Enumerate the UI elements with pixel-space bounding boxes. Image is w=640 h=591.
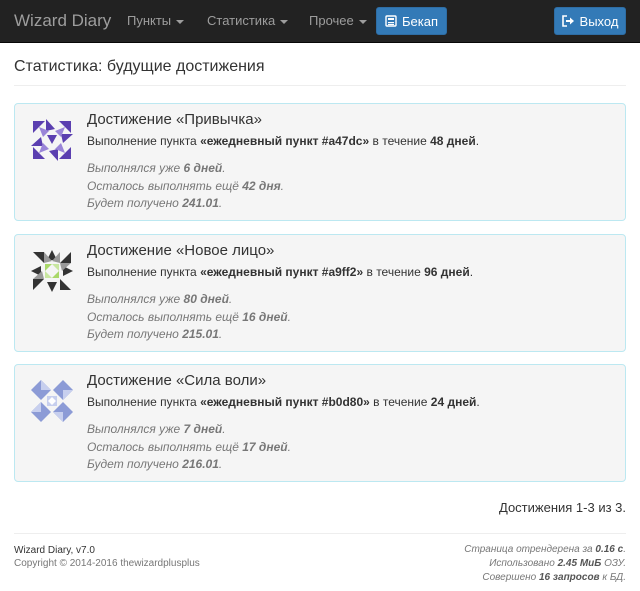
item-name: «ежедневный пункт #a9ff2» [200,265,364,279]
days-required: 96 дней [424,265,470,279]
remaining-days-text: Осталось выполнять ещё 42 дня. [87,179,285,193]
menu-other-dropdown[interactable]: Прочее [309,13,367,28]
done-days-text: Выполнялся уже 6 дней. [87,161,226,175]
receive-date-text: Будет получено 241.01. [87,196,223,210]
receive-date-text: Будет получено 215.01. [87,327,223,341]
achievement-emblem-icon [31,250,73,292]
achievement-card: Достижение «Новое лицо» Выполнение пункт… [14,234,626,352]
remaining-days-text: Осталось выполнять ещё 16 дней. [87,310,291,324]
title-divider [14,85,626,86]
memory-usage-text: Использовано 2.45 МиБ ОЗУ. [489,558,626,569]
achievement-description: Выполнение пункта «ежедневный пункт #a9f… [87,265,474,279]
done-days-text: Выполнялся уже 80 дней. [87,292,233,306]
footer-divider [14,533,626,534]
item-name: «ежедневный пункт #b0d80» [200,395,370,409]
menu-items-label: Пункты [127,13,172,28]
copyright-text: Copyright © 2014-2016 thewizardplusplus [14,558,200,569]
db-queries-text: Совершено 16 запросов к БД. [482,572,626,583]
logout-button-label: Выход [579,13,619,29]
pager-summary: Достижения 1-3 из 3. [499,500,626,515]
done-days-text: Выполнялся уже 7 дней. [87,422,226,436]
footer-stats: Страница отрендерена за 0.16 с. Использо… [464,543,626,585]
caret-down-icon [358,19,367,24]
logout-button[interactable]: Выход [554,7,626,35]
logout-icon [561,15,574,27]
achievement-title: Достижение «Сила воли» [87,372,267,389]
footer-app-info: Wizard Diary, v7.0 Copyright © 2014-2016… [14,544,200,570]
caret-down-icon [176,19,185,24]
backup-button[interactable]: Бекап [376,7,447,35]
backup-icon [385,15,397,27]
caret-down-icon [280,19,289,24]
item-name: «ежедневный пункт #a47dc» [200,134,370,148]
render-time-text: Страница отрендерена за 0.16 с. [464,544,626,555]
brand-link[interactable]: Wizard Diary [14,11,111,31]
achievement-emblem-icon [31,119,73,161]
page-title: Статистика: будущие достижения [14,58,265,75]
menu-statistics-label: Статистика [207,13,276,28]
menu-statistics-dropdown[interactable]: Статистика [207,13,289,28]
days-required: 48 дней [430,134,476,148]
achievement-description: Выполнение пункта «ежедневный пункт #a47… [87,134,480,148]
remaining-days-text: Осталось выполнять ещё 17 дней. [87,440,291,454]
achievement-emblem-icon [31,380,73,422]
menu-other-label: Прочее [309,13,354,28]
app-version: Wizard Diary, v7.0 [14,545,95,556]
top-navbar: Wizard Diary Пункты Статистика Прочее Бе… [0,0,640,43]
backup-button-label: Бекап [401,13,438,29]
receive-date-text: Будет получено 216.01. [87,457,223,471]
days-required: 24 дней [430,395,477,409]
achievement-card: Достижение «Сила воли» Выполнение пункта… [14,364,626,482]
achievement-description: Выполнение пункта «ежедневный пункт #b0d… [87,395,480,409]
achievement-title: Достижение «Привычка» [87,111,262,128]
menu-items-dropdown[interactable]: Пункты [127,13,185,28]
achievement-title: Достижение «Новое лицо» [87,242,275,259]
achievement-card: Достижение «Привычка» Выполнение пункта … [14,103,626,221]
